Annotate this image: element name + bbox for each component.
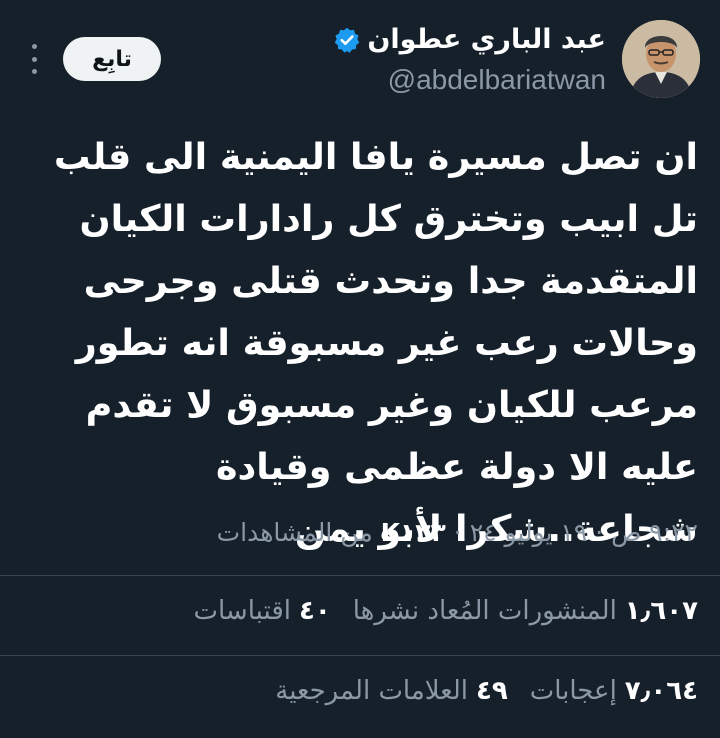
reposts-stat[interactable]: ١٫٦٠٧ المنشورات المُعاد نشرها [353,596,698,626]
stats-row-reposts: ١٫٦٠٧ المنشورات المُعاد نشرها ٤٠ اقتباسا… [194,596,698,626]
stats-row-likes: ٧٫٠٦٤ إعجابات ٤٩ العلامات المرجعية [275,676,698,706]
avatar[interactable] [622,20,700,98]
quotes-count: ٤٠ [298,596,331,626]
person-photo-avatar-icon [622,20,700,98]
author-display-name[interactable]: عبد الباري عطوان [367,24,606,55]
reposts-label: المنشورات المُعاد نشرها [352,596,617,626]
bookmarks-count: ٤٩ [475,676,508,706]
likes-stat[interactable]: ٧٫٠٦٤ إعجابات [530,676,698,706]
quotes-stat[interactable]: ٤٠ اقتباسات [194,596,331,626]
tweet-date[interactable]: ١٩ يوليو ٢٤ [470,518,588,547]
verified-badge-icon [333,26,361,54]
likes-count: ٧٫٠٦٤ [624,676,698,706]
views-label: من المشاهدات [216,518,373,547]
vertical-dots-icon[interactable] [22,44,46,74]
author-handle[interactable]: @abdelbariatwan [388,64,606,96]
tweet-time[interactable]: ٩:٢٢ ص [611,518,698,547]
tweet-header: عبد الباري عطوان @abdelbariatwan تابِع [0,0,720,110]
views-count: K١٢٣ [380,518,446,547]
meta-separator: · [453,518,462,547]
quotes-label: اقتباسات [193,596,291,626]
bookmarks-label: العلامات المرجعية [275,676,468,706]
likes-label: إعجابات [529,676,617,706]
divider [0,575,720,576]
author-name-row[interactable]: عبد الباري عطوان [333,24,606,55]
tweet-meta: ٩:٢٢ ص · ١٩ يوليو ٢٤ · K١٢٣ من المشاهدات [217,518,698,547]
divider [0,655,720,656]
bookmarks-stat[interactable]: ٤٩ العلامات المرجعية [275,676,507,706]
tweet-text: ان تصل مسيرة يافا اليمنية الى قلب تل ابي… [53,135,698,550]
reposts-count: ١٫٦٠٧ [624,596,698,626]
meta-separator: · [595,518,604,547]
follow-button[interactable]: تابِع [63,37,161,81]
